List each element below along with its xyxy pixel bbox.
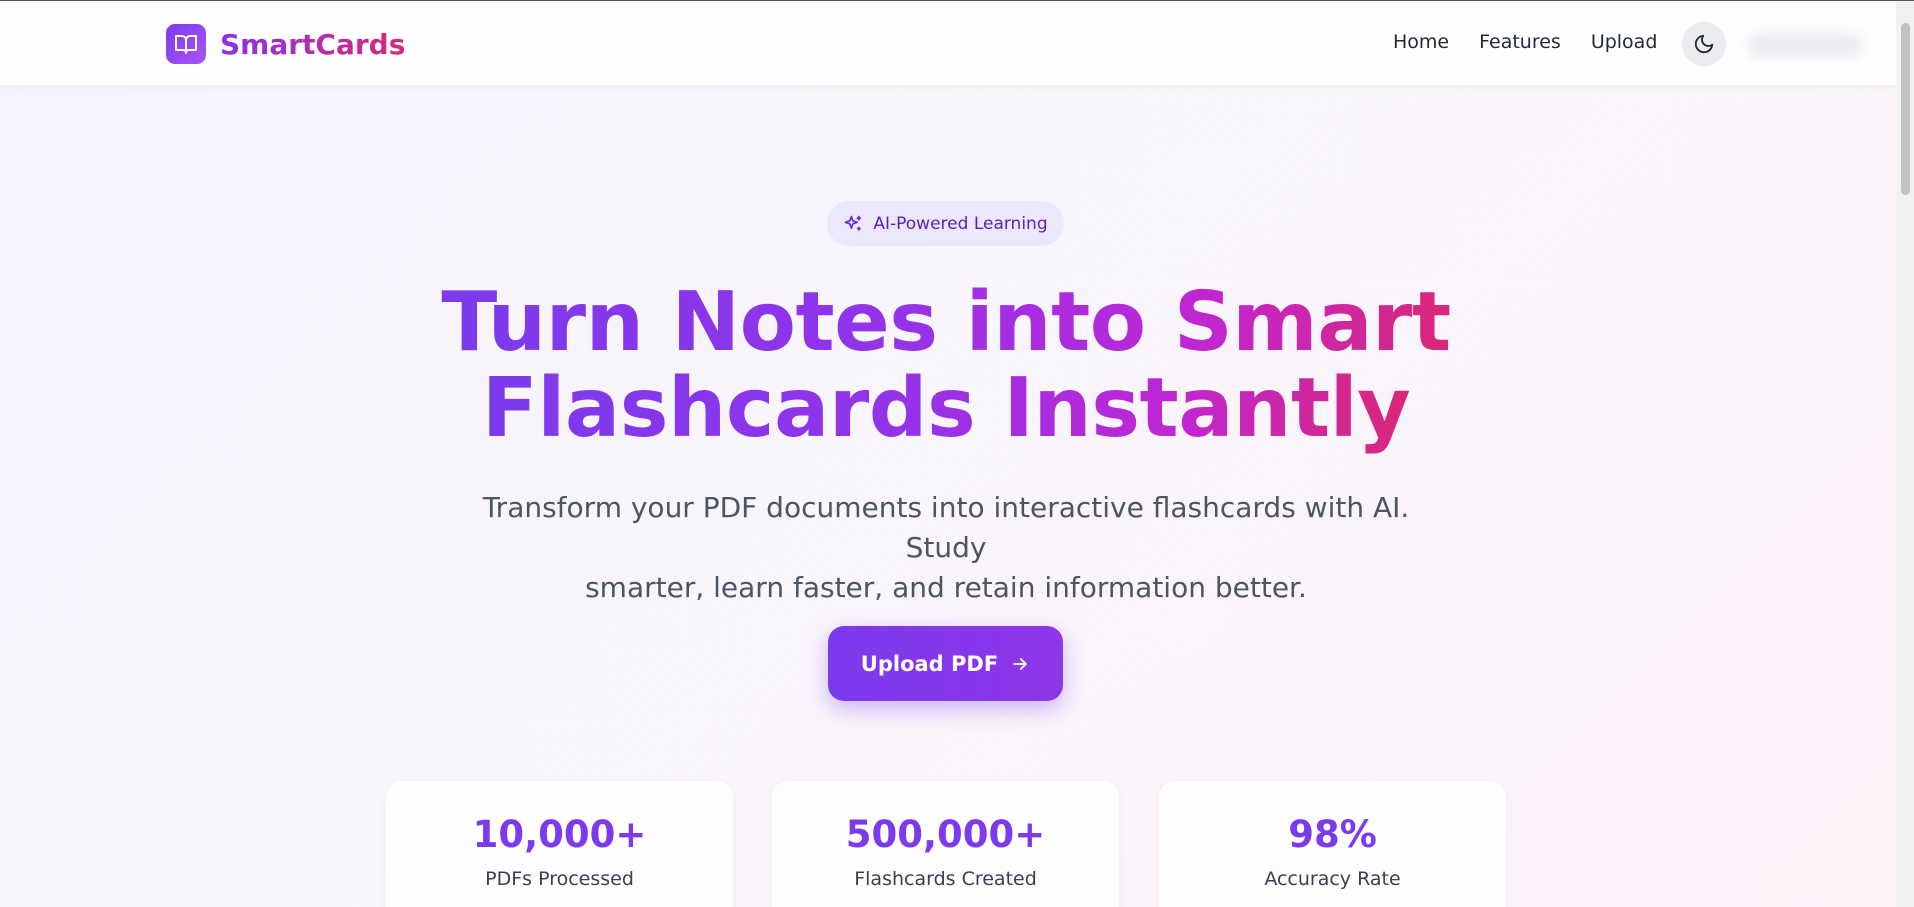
hero-title-line-2: Flashcards Instantly: [481, 361, 1411, 456]
nav-home-link[interactable]: Home: [1393, 31, 1449, 53]
stat-label: Accuracy Rate: [1264, 868, 1401, 890]
nav-features-link[interactable]: Features: [1479, 31, 1561, 53]
stat-label: PDFs Processed: [485, 868, 634, 890]
hero-subtitle: Transform your PDF documents into intera…: [446, 488, 1446, 608]
stat-card-pdfs: 10,000+ PDFs Processed: [386, 781, 733, 907]
badge-label: AI-Powered Learning: [873, 213, 1048, 234]
hero-title: Turn Notes into Smart Flashcards Instant…: [0, 280, 1892, 452]
book-open-icon: [166, 24, 206, 64]
upload-pdf-label: Upload PDF: [860, 651, 999, 676]
brand-name: SmartCards: [220, 27, 406, 61]
hero-title-line-1: Turn Notes into Smart: [441, 275, 1451, 370]
sparkles-icon: [845, 215, 862, 231]
hero-subtitle-line-2: smarter, learn faster, and retain inform…: [585, 571, 1307, 604]
upload-pdf-button[interactable]: Upload PDF: [828, 626, 1063, 701]
theme-toggle-button[interactable]: [1682, 22, 1726, 66]
ai-badge: AI-Powered Learning: [827, 201, 1064, 246]
stat-card-flashcards: 500,000+ Flashcards Created: [772, 781, 1119, 907]
nav-links: Home Features Upload: [1393, 31, 1687, 53]
scrollbar-thumb[interactable]: [1901, 23, 1910, 195]
brand[interactable]: SmartCards: [166, 24, 405, 64]
navbar: SmartCards Home Features Upload: [0, 1, 1896, 87]
stat-label: Flashcards Created: [854, 868, 1037, 890]
user-menu-button[interactable]: [1746, 32, 1864, 58]
hero-subtitle-line-1: Transform your PDF documents into intera…: [482, 491, 1410, 564]
stat-value: 10,000+: [472, 813, 647, 856]
arrow-right-icon: [1013, 657, 1027, 670]
nav-upload-link[interactable]: Upload: [1591, 31, 1658, 53]
stat-value: 500,000+: [845, 813, 1046, 856]
scrollbar[interactable]: [1896, 1, 1914, 907]
stat-value: 98%: [1288, 813, 1377, 856]
moon-icon: [1694, 34, 1714, 54]
stat-card-accuracy: 98% Accuracy Rate: [1159, 781, 1506, 907]
